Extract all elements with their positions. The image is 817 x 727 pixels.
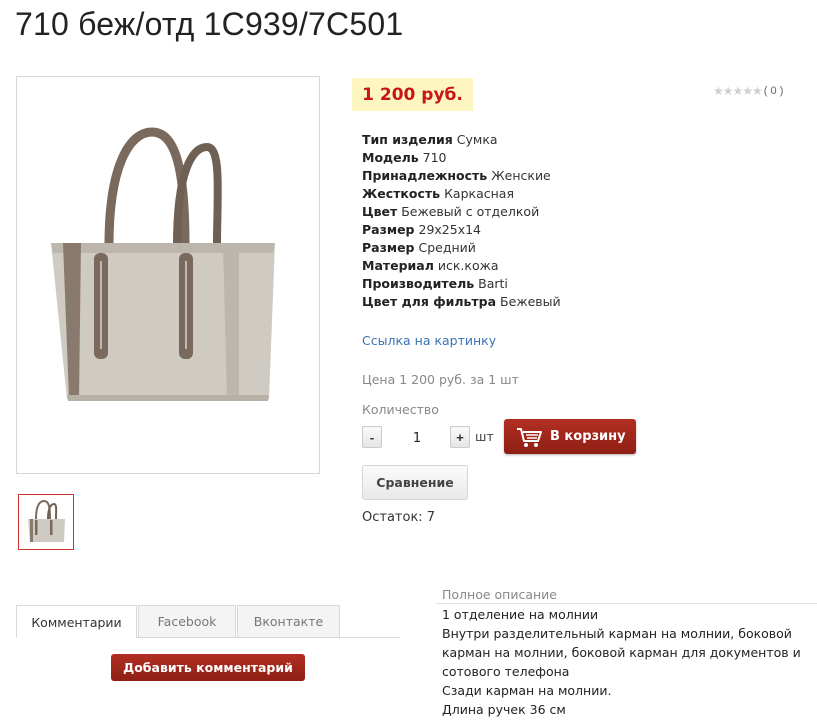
property-value: Barti <box>478 276 508 291</box>
quantity-unit: шт <box>475 429 494 444</box>
property-name: Жесткость <box>362 186 441 201</box>
price-badge: 1 200 руб. <box>352 78 473 111</box>
property-name: Материал <box>362 258 434 273</box>
property-name: Модель <box>362 150 419 165</box>
description-line: Сзади карман на молнии. <box>442 683 612 698</box>
property-name: Размер <box>362 222 415 237</box>
property-name: Тип изделия <box>362 132 453 147</box>
handbag-image <box>51 127 275 401</box>
property-row: Размер 29x25x14 <box>362 221 561 239</box>
property-value: Сумка <box>456 132 498 147</box>
image-link[interactable]: Ссылка на картинку <box>362 333 496 348</box>
property-row: Тип изделия Сумка <box>362 131 561 149</box>
tab-facebook[interactable]: Facebook <box>138 605 236 637</box>
price-value: 1 200 руб. <box>362 84 463 105</box>
property-name: Цвет <box>362 204 398 219</box>
property-row: Производитель Barti <box>362 275 561 293</box>
product-properties: Тип изделия Сумка Модель 710 Принадлежно… <box>362 131 561 311</box>
property-value: Средний <box>418 240 476 255</box>
property-value: Бежевый с отделкой <box>401 204 540 219</box>
compare-button[interactable]: Сравнение <box>362 465 468 500</box>
description-line: Внутри разделительный карман на молнии, … <box>442 626 801 679</box>
tab-vkontakte[interactable]: Вконтакте <box>237 605 340 637</box>
property-name: Цвет для фильтра <box>362 294 497 309</box>
property-row: Цвет Бежевый с отделкой <box>362 203 561 221</box>
property-value: Женские <box>491 168 551 183</box>
rating-count: ( 0 ) <box>763 85 784 97</box>
add-to-cart-label: В корзину <box>550 429 626 444</box>
property-row: Размер Средний <box>362 239 561 257</box>
property-row: Материал иск.кожа <box>362 257 561 275</box>
unit-price: Цена 1 200 руб. за 1 шт <box>362 372 519 387</box>
rating[interactable]: ★★★★★ ( 0 ) <box>713 84 783 98</box>
description-line: 1 отделение на молнии <box>442 607 599 622</box>
property-name: Принадлежность <box>362 168 488 183</box>
handbag-thumbnail-image <box>28 499 65 542</box>
quantity-input[interactable] <box>384 426 450 450</box>
property-row: Жесткость Каркасная <box>362 185 561 203</box>
description-line: Длина ручек 36 см <box>442 702 566 717</box>
description-label: Полное описание <box>442 587 557 602</box>
description-text: 1 отделение на молнии Внутри разделитель… <box>442 605 814 719</box>
description-divider <box>436 603 817 604</box>
shopping-cart-icon <box>517 427 542 447</box>
property-row: Модель 710 <box>362 149 561 167</box>
property-value: 29x25x14 <box>418 222 482 237</box>
property-row: Принадлежность Женские <box>362 167 561 185</box>
property-value: 710 <box>422 150 447 165</box>
quantity-decrement-button[interactable]: - <box>362 426 382 448</box>
stock-status: Остаток: 7 <box>362 510 436 525</box>
quantity-increment-button[interactable]: + <box>450 426 470 448</box>
page-title: 710 беж/отд 1C939/7C501 <box>15 6 404 42</box>
property-name: Производитель <box>362 276 475 291</box>
property-value: Бежевый <box>500 294 561 309</box>
product-thumbnail[interactable] <box>18 494 74 550</box>
property-value: иск.кожа <box>437 258 499 273</box>
product-image[interactable] <box>16 76 320 474</box>
property-row: Цвет для фильтра Бежевый <box>362 293 561 311</box>
rating-stars-icon[interactable]: ★★★★★ <box>713 84 763 98</box>
add-to-cart-button[interactable]: В корзину <box>504 419 636 454</box>
add-comment-button[interactable]: Добавить комментарий <box>111 654 305 681</box>
property-value: Каркасная <box>444 186 514 201</box>
property-name: Размер <box>362 240 415 255</box>
quantity-label: Количество <box>362 402 439 417</box>
tab-comments[interactable]: Комментарии <box>16 605 137 638</box>
